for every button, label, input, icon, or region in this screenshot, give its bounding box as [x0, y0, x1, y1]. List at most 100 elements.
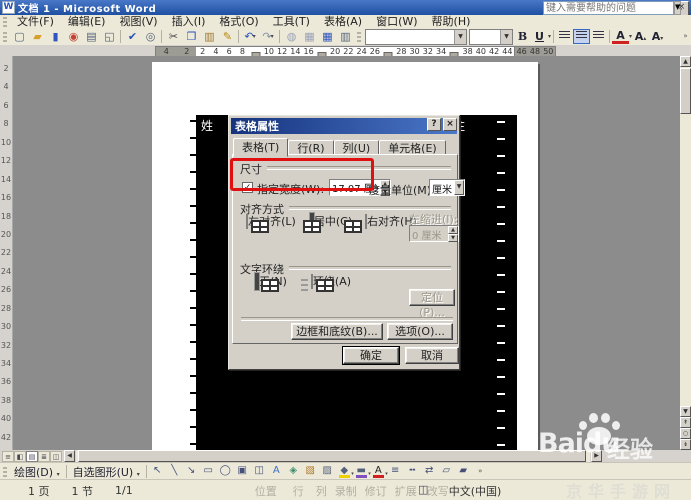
- dialog-close-button[interactable]: ×: [443, 118, 457, 131]
- alignment-option[interactable]: [246, 214, 248, 229]
- toolbar-options-chevron[interactable]: »: [681, 28, 690, 45]
- reading-layout-view-button[interactable]: ◫: [50, 451, 62, 462]
- horizontal-scrollbar-thumb[interactable]: [78, 450, 586, 462]
- menu-item[interactable]: 帮助(H): [425, 15, 478, 28]
- select-objects-icon[interactable]: ↖: [149, 464, 166, 479]
- chevron-down-icon[interactable]: ▼: [454, 30, 466, 44]
- table-column-marker[interactable]: 6: [223, 47, 236, 56]
- table-column-marker[interactable]: 26: [368, 47, 381, 56]
- dash-style-icon[interactable]: ╍: [404, 464, 421, 479]
- document-close-icon[interactable]: ×: [675, 1, 688, 13]
- alignment-option[interactable]: [310, 213, 314, 230]
- print-preview-icon[interactable]: ◱: [100, 29, 118, 44]
- scroll-up-icon[interactable]: ▲: [680, 56, 691, 67]
- chevron-down-icon[interactable]: ▼: [500, 30, 512, 44]
- align-center-button[interactable]: [573, 29, 590, 44]
- table-column-marker[interactable]: 20: [329, 47, 342, 56]
- scroll-right-icon[interactable]: ▶: [591, 450, 602, 462]
- horizontal-ruler[interactable]: 42 246810121416202224262830323438404244 …: [0, 45, 691, 56]
- vertical-scrollbar-thumb[interactable]: [680, 68, 691, 114]
- paste-icon[interactable]: ▥: [200, 29, 218, 44]
- table-column-marker[interactable]: 38: [461, 47, 474, 56]
- clip-art-icon[interactable]: ▧: [302, 464, 319, 479]
- text-wrapping-option[interactable]: [311, 274, 313, 289]
- table-column-marker[interactable]: 32: [421, 47, 434, 56]
- undo-icon[interactable]: ↶ ▾: [241, 29, 259, 44]
- menu-item[interactable]: 表格(A): [317, 15, 369, 28]
- insert-picture-icon[interactable]: ▨: [319, 464, 336, 479]
- dialog-tab[interactable]: 表格(T): [233, 138, 288, 157]
- spelling-grammar-icon[interactable]: ✔: [123, 29, 141, 44]
- next-page-icon[interactable]: ↡: [680, 439, 691, 450]
- autoshapes-menu-button[interactable]: 自选图形(U) ▾: [69, 464, 144, 480]
- vertical-text-box-icon[interactable]: ◫: [251, 464, 268, 479]
- draw-menu-button[interactable]: 绘图(D) ▾: [10, 464, 64, 480]
- chevron-down-icon[interactable]: ▼: [454, 180, 464, 195]
- menu-item[interactable]: 格式(O): [212, 15, 265, 28]
- table-column-marker[interactable]: 28: [395, 47, 408, 56]
- align-right-button[interactable]: [590, 29, 607, 44]
- format-painter-icon[interactable]: ✎: [218, 29, 236, 44]
- table-column-marker[interactable]: 14: [289, 47, 302, 56]
- table-column-marker[interactable]: 40: [474, 47, 487, 56]
- select-browse-object-icon[interactable]: ○: [680, 428, 691, 439]
- table-column-marker[interactable]: 4: [209, 47, 222, 56]
- menu-item[interactable]: 视图(V): [112, 15, 164, 28]
- font-color-button[interactable]: A: [612, 31, 629, 44]
- style-combo[interactable]: ▼: [365, 29, 467, 45]
- line-style-icon[interactable]: ≡: [387, 464, 404, 479]
- scroll-down-icon[interactable]: ▼: [680, 406, 691, 417]
- table-column-marker[interactable]: 16: [302, 47, 315, 56]
- diagram-icon[interactable]: ◈: [285, 464, 302, 479]
- font-size-combo[interactable]: ▼: [469, 29, 513, 45]
- redo-icon[interactable]: ↷ ▾: [259, 29, 277, 44]
- align-left-button[interactable]: [556, 29, 573, 44]
- arrow-icon[interactable]: ↘: [183, 464, 200, 479]
- table-column-marker[interactable]: 10: [262, 47, 275, 56]
- text-box-icon[interactable]: ▣: [234, 464, 251, 479]
- table-column-marker[interactable]: 34: [435, 47, 448, 56]
- web-layout-view-button[interactable]: ◧: [14, 451, 26, 462]
- dialog-help-button[interactable]: ?: [427, 118, 441, 131]
- options-button[interactable]: 选项(O)...: [387, 323, 453, 340]
- borders-and-shading-button[interactable]: 边框和底纹(B)...: [291, 323, 383, 340]
- horizontal-scrollbar[interactable]: [76, 450, 590, 462]
- line-icon[interactable]: ╲: [166, 464, 183, 479]
- cut-icon[interactable]: ✂: [164, 29, 182, 44]
- line-color-icon[interactable]: ▬ ▾: [353, 464, 370, 479]
- menu-item[interactable]: 插入(I): [165, 15, 213, 28]
- print-icon[interactable]: ▤: [82, 29, 100, 44]
- dialog-title-bar[interactable]: 表格属性: [231, 118, 457, 134]
- grow-font-button[interactable]: A▴: [632, 29, 649, 44]
- copy-icon[interactable]: ❐: [182, 29, 200, 44]
- table-column-marker[interactable]: 8: [236, 47, 249, 56]
- table-column-marker[interactable]: 44: [501, 47, 514, 56]
- shadow-style-icon[interactable]: ▱: [438, 464, 455, 479]
- text-wrapping-option[interactable]: [255, 273, 259, 290]
- help-question-input[interactable]: [543, 1, 674, 15]
- rectangle-icon[interactable]: ▭: [200, 464, 217, 479]
- open-folder-icon[interactable]: ▰: [28, 29, 46, 44]
- insert-table-icon[interactable]: ▦: [318, 29, 336, 44]
- permission-icon[interactable]: ◉: [64, 29, 82, 44]
- vertical-scrollbar[interactable]: ▲ ▼ ↟ ○ ↡: [680, 56, 691, 450]
- menu-item[interactable]: 编辑(E): [61, 15, 113, 28]
- wordart-icon[interactable]: A: [268, 464, 285, 479]
- arrow-style-icon[interactable]: ⇄: [421, 464, 438, 479]
- threed-style-icon[interactable]: ▰: [455, 464, 472, 479]
- new-document-icon[interactable]: ▢: [10, 29, 28, 44]
- underline-button[interactable]: U: [531, 29, 548, 44]
- menu-item[interactable]: 文件(F): [10, 15, 61, 28]
- vertical-ruler[interactable]: 24681012141618202224262830323436384042: [0, 56, 13, 450]
- columns-icon[interactable]: ▥: [336, 29, 354, 44]
- oval-icon[interactable]: ◯: [217, 464, 234, 479]
- measure-unit-combo[interactable]: 厘米 ▼: [429, 179, 465, 196]
- table-column-marker[interactable]: 24: [355, 47, 368, 56]
- tables-and-borders-icon[interactable]: ▦: [300, 29, 318, 44]
- menu-item[interactable]: 窗口(W): [369, 15, 424, 28]
- hyperlink-icon[interactable]: ◍: [282, 29, 300, 44]
- alignment-option[interactable]: [365, 214, 367, 229]
- print-layout-view-button[interactable]: ▤: [26, 451, 38, 462]
- shrink-font-button[interactable]: A▾: [649, 29, 666, 44]
- toolbar-options-chevron[interactable]: »: [476, 463, 485, 480]
